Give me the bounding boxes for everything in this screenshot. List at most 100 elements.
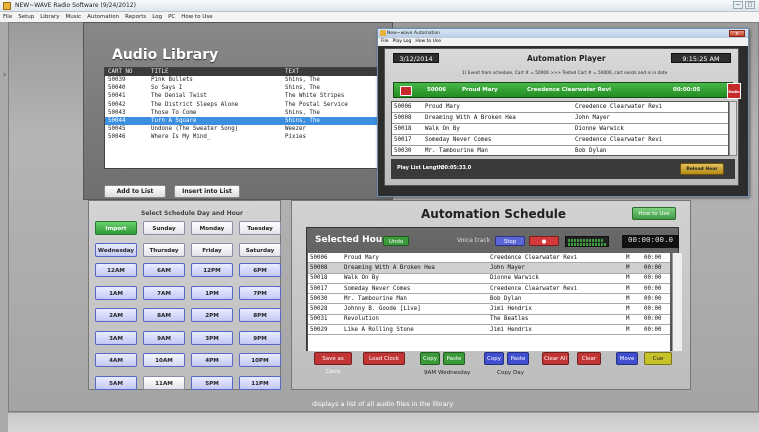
player-queue-row[interactable]: 50030 Mr. Tambourine Man Bob Dylan [392,146,728,155]
schedule-row[interactable]: 50028 Johnny B. Goode [Live] Jimi Hendrix M… [308,304,670,315]
col-cart-no[interactable]: CART NO [105,69,151,75]
player-queue-row[interactable]: 50006 Proud Mary Creedence Clearwater Revi [392,102,728,113]
hour-button-9pm[interactable]: 9PM [239,330,281,345]
library-row[interactable]: 50039 Pink Bullets Shins, The [105,76,388,84]
voice-track-stop-button[interactable]: Stop [495,236,525,246]
player-menu-item[interactable]: File [381,38,389,46]
day-button-wednesday[interactable]: Wednesday [95,243,137,257]
hour-button-9am[interactable]: 9AM [143,330,185,345]
menu-item[interactable]: Setup [18,14,34,20]
load-clock-button[interactable]: Load Clock [363,352,405,365]
player-queue-list[interactable]: 50006 Proud Mary Creedence Clearwater Revi… [391,101,729,156]
hour-button-12am[interactable]: 12AM [95,263,137,277]
player-menu-item[interactable]: Play Log [393,38,412,46]
player-queue-row[interactable]: 50008 Dreaming With A Broken Hea John Maye… [392,113,728,124]
hour-button-2pm[interactable]: 2PM [191,308,233,322]
library-row[interactable]: 50046 Where Is My Mind_ Pixies [105,133,388,141]
menu-item[interactable]: File [3,14,12,20]
menu-item[interactable]: Library [40,14,59,20]
library-row[interactable]: 50042 The District Sleeps Alone The Postal… [105,101,388,109]
player-queue-cell: Bob Dylan [575,148,607,154]
hour-button-7pm[interactable]: 7PM [239,285,281,300]
hour-button-11am[interactable]: 11AM [143,375,185,390]
player-queue-scrollbar[interactable] [729,101,737,156]
maximize-button[interactable]: □ [745,1,755,9]
schedule-scrollbar[interactable] [672,253,682,351]
day-button-friday[interactable]: Friday [191,243,233,257]
schedule-row[interactable]: 50018 Walk On By Dionne Warwick M 00:00 [308,274,670,284]
minimize-button[interactable]: — [733,1,743,9]
hour-button-12pm[interactable]: 12PM [191,263,233,277]
day-button-saturday[interactable]: Saturday [239,243,281,257]
player-queue-row[interactable]: 50018 Walk On By Dionne Warwick [392,124,728,135]
automation-schedule-panel: Automation Schedule How to Use Selected … [291,200,691,390]
col-title[interactable]: TITLE [151,69,285,75]
clear-button[interactable]: Clear [577,352,601,365]
schedule-row[interactable]: 50008 Dreaming With A Broken Hea John Maye… [308,263,670,274]
library-row[interactable]: 50041 The Denial Twist The White Stripes [105,92,388,100]
hour-button-7am[interactable]: 7AM [143,285,185,300]
schedule-row[interactable]: 50030 Mr. Tambourine Man Bob Dylan M 00:00 [308,294,670,305]
schedule-cell: 00:00 [644,254,662,261]
clear-all-button[interactable]: Clear All [542,352,569,365]
hour-button-2am[interactable]: 2AM [95,308,137,322]
undo-button[interactable]: Undo [383,236,409,246]
player-menu-item[interactable]: How to Use [415,38,441,46]
hour-button-8am[interactable]: 8AM [143,308,185,322]
hour-button-5am[interactable]: 5AM [95,375,137,390]
schedule-cell: 50008 [310,264,328,271]
library-row[interactable]: 50040 So Says I Shins, The [105,84,388,92]
library-row[interactable]: 50043 Those To Come Shins, The [105,109,388,117]
menu-item[interactable]: Music [65,14,81,20]
radio-button[interactable]: Radio [727,83,741,99]
move-button[interactable]: Move [616,352,638,365]
hour-button-8pm[interactable]: 8PM [239,308,281,322]
voice-track-record-button[interactable]: ● [529,236,559,246]
player-close-button[interactable]: x [729,30,745,37]
library-row[interactable]: 50044 Turn A Square Shins, The [105,116,388,126]
schedule-row[interactable]: 50031 Revolution The Beatles M 00:00 [308,315,670,326]
menu-item[interactable]: Reports [125,14,146,20]
hour-button-4am[interactable]: 4AM [95,353,137,367]
schedule-cell: Mr. Tambourine Man [344,295,407,302]
hour-button-4pm[interactable]: 4PM [191,353,233,367]
day-button-sunday[interactable]: Sunday [143,221,185,235]
stop-icon[interactable] [400,86,412,96]
menu-item[interactable]: Log [152,14,162,20]
schedule-row[interactable]: 50017 Someday Never Comes Creedence Clearw… [308,284,670,295]
hour-button-5pm[interactable]: 5PM [191,375,233,390]
hour-button-1am[interactable]: 1AM [95,285,137,300]
col-text[interactable]: TEXT [285,69,385,75]
hour-button-10am[interactable]: 10AM [143,353,185,367]
schedule-row[interactable]: 50029 Like A Rolling Stone Jimi Hendrix M 00… [308,325,670,336]
hour-button-3pm[interactable]: 3PM [191,330,233,345]
menu-item[interactable]: PC [168,14,175,20]
add-to-list-button[interactable]: Add to List [104,185,166,198]
paste-day-button[interactable]: Paste [507,352,529,365]
hour-button-10pm[interactable]: 10PM [239,353,281,367]
import-button[interactable]: Import [95,221,137,235]
schedule-list[interactable]: 50006 Proud Mary Creedence Clearwater Revi… [308,253,682,351]
copy-day-button[interactable]: Copy [484,352,504,365]
day-button-thursday[interactable]: Thursday [143,243,185,257]
cue-button[interactable]: Cue [644,352,672,365]
hour-button-1pm[interactable]: 1PM [191,285,233,300]
day-button-tuesday[interactable]: Tuesday [239,221,281,235]
hour-button-3am[interactable]: 3AM [95,330,137,345]
save-as-clock-button[interactable]: Save as Clock [314,352,352,375]
copy-hour-button[interactable]: Copy [420,352,440,365]
how-to-use-button[interactable]: How to Use [632,207,676,220]
hour-button-11pm[interactable]: 11PM [239,375,281,390]
schedule-cell: Bob Dylan [490,295,522,302]
day-button-monday[interactable]: Monday [191,221,233,235]
library-row[interactable]: 50045 Undone (The Sweater Song) Weezer [105,125,388,133]
hour-button-6am[interactable]: 6AM [143,263,185,277]
player-queue-row[interactable]: 50017 Someday Never Comes Creedence Clearw… [392,135,728,146]
paste-hour-button[interactable]: Paste [443,352,465,365]
insert-into-list-button[interactable]: Insert into List [174,185,240,198]
reload-hour-button[interactable]: Reload Hour [680,163,724,175]
hour-button-6pm[interactable]: 6PM [239,263,281,277]
menu-item[interactable]: Automation [87,14,119,20]
menu-item[interactable]: How to Use [181,14,212,20]
schedule-row[interactable]: 50006 Proud Mary Creedence Clearwater Revi… [308,253,670,264]
